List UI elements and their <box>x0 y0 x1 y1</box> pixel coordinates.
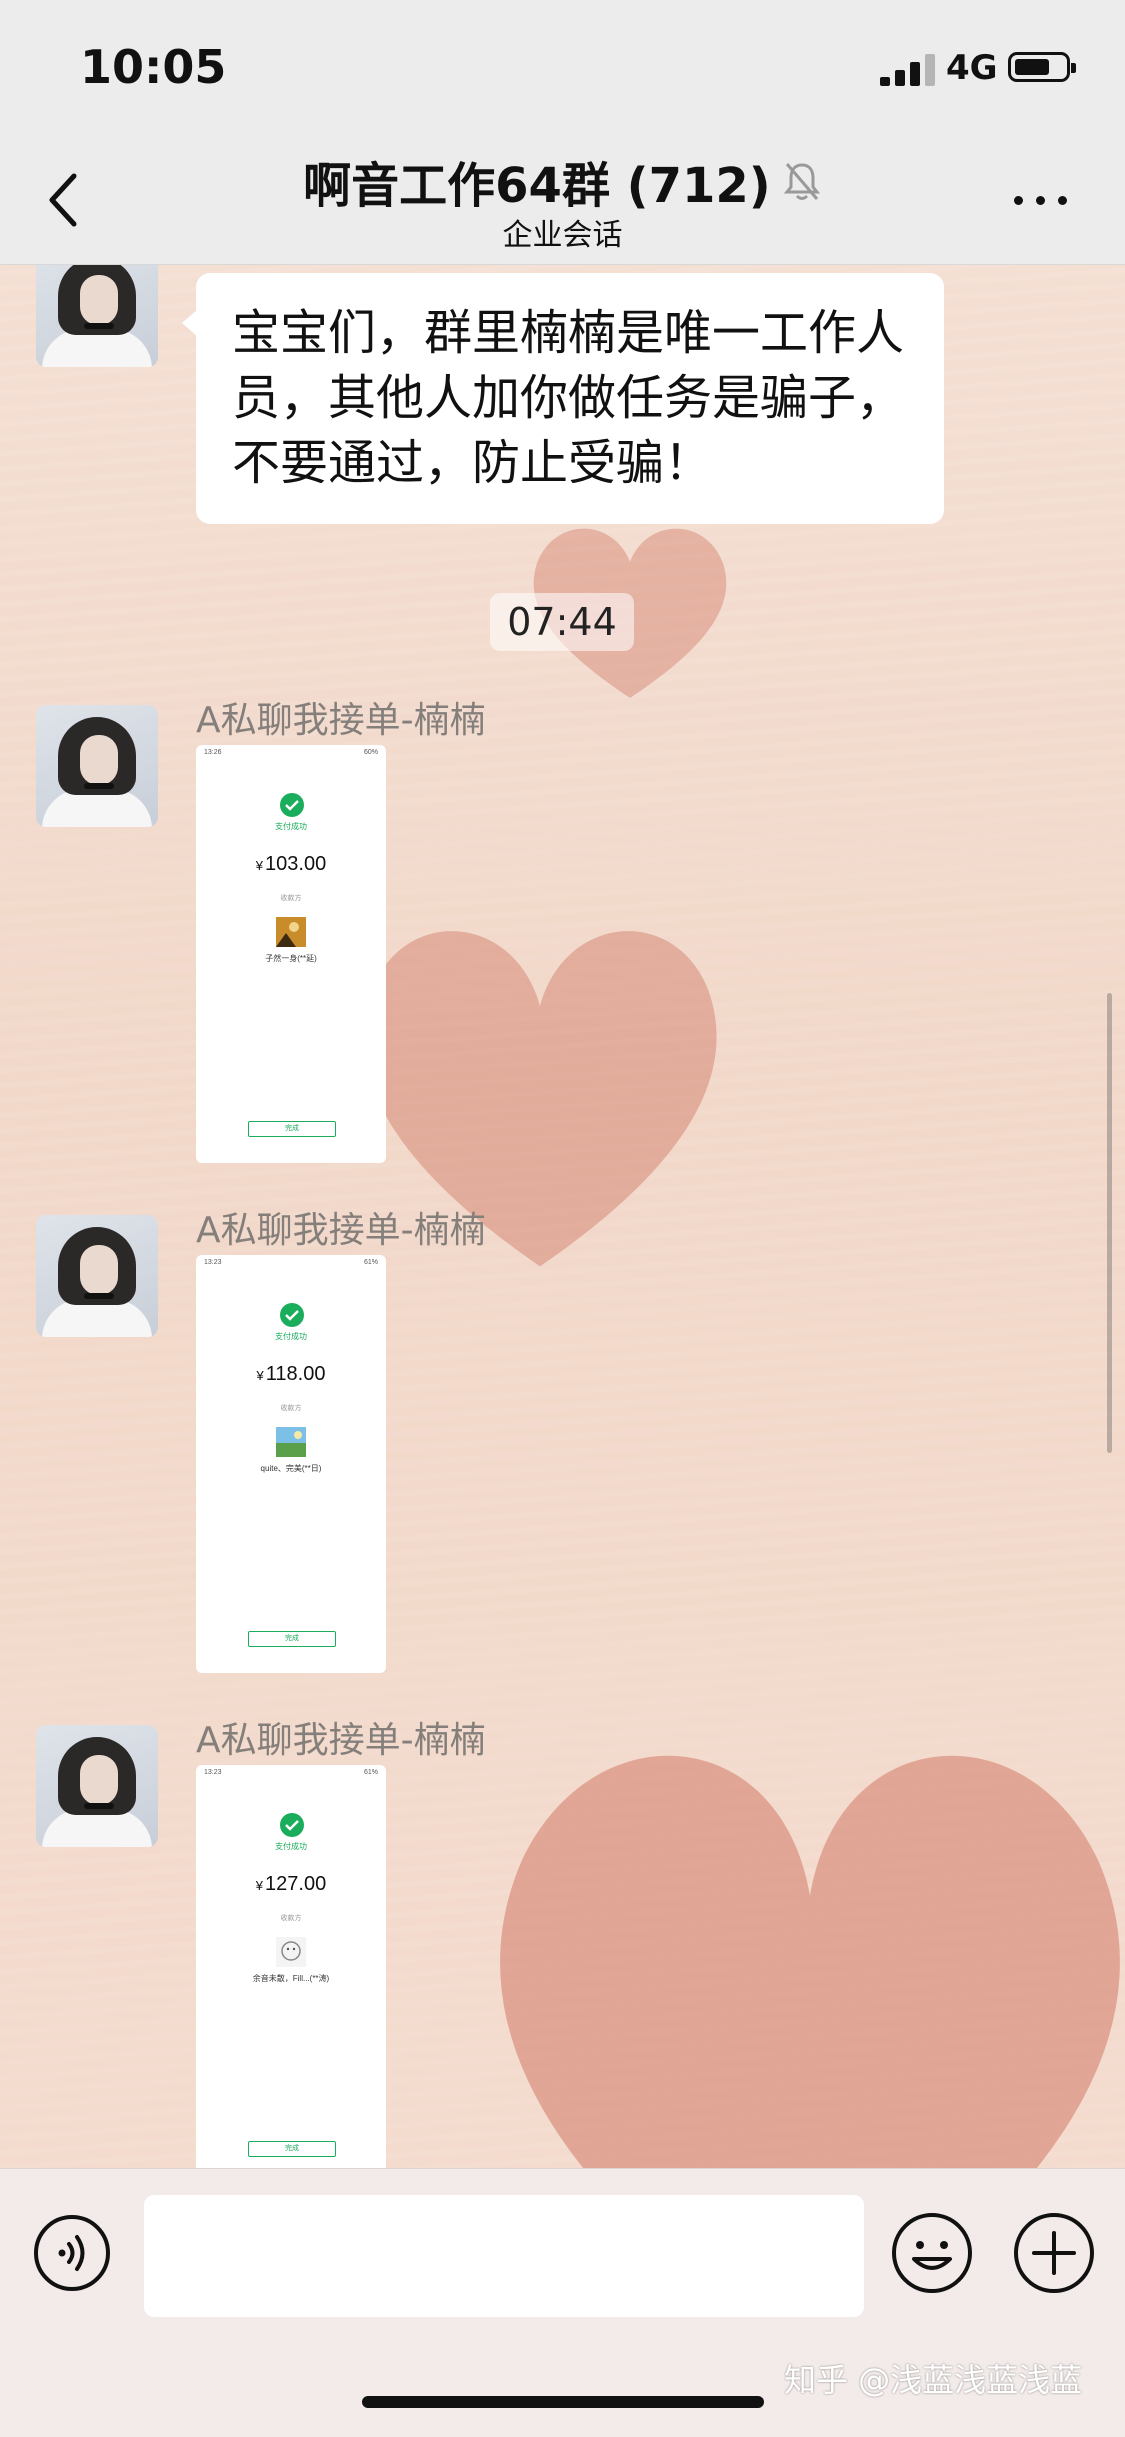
done-button: 完成 <box>248 1631 336 1647</box>
nav-bar: 啊音工作64群 (712) 企业会话 <box>0 132 1125 265</box>
message-input[interactable] <box>144 2195 864 2317</box>
currency-symbol: ¥ <box>255 1878 264 1893</box>
payment-receipt-image[interactable]: 13:23 61% 支付成功 ¥127.00 收款方 余音未散，Fill...(*… <box>196 1765 386 2168</box>
receipt-phone-time: 13:26 <box>204 749 222 756</box>
avatar[interactable] <box>36 1215 158 1337</box>
home-indicator[interactable] <box>362 2396 764 2408</box>
sender-name: A私聊我接单-楠楠 <box>196 700 486 741</box>
done-button: 完成 <box>248 1121 336 1137</box>
payment-success-label: 支付成功 <box>275 822 307 831</box>
check-icon <box>280 793 304 817</box>
payee-label: 收款方 <box>280 1915 302 1922</box>
currency-symbol: ¥ <box>256 1368 264 1383</box>
avatar[interactable] <box>36 1725 158 1847</box>
done-button: 完成 <box>248 2141 336 2157</box>
payee-name: quite、完美(**日) <box>260 1464 322 1473</box>
receipt-phone-time: 13:23 <box>204 1259 222 1266</box>
sender-name: A私聊我接单-楠楠 <box>196 1210 486 1251</box>
voice-input-icon[interactable] <box>32 2213 112 2293</box>
check-icon <box>280 1303 304 1327</box>
payee-name: 余音未散，Fill...(**涛) <box>252 1974 330 1983</box>
payee-avatar-thumbnail <box>276 1427 306 1457</box>
nav-title-group: 啊音工作64群 (712) <box>0 146 1125 216</box>
plus-icon[interactable] <box>1012 2211 1096 2295</box>
avatar[interactable] <box>36 265 158 367</box>
group-title: 啊音工作64群 (712) <box>303 158 771 214</box>
network-type: 4G <box>946 48 998 88</box>
payee-avatar-thumbnail <box>276 1937 306 1967</box>
payee-label: 收款方 <box>280 1405 302 1412</box>
emoji-icon[interactable] <box>890 2211 974 2295</box>
status-bar: 10:05 4G <box>0 0 1125 132</box>
watermark: 知乎 @浅蓝浅蓝浅蓝 <box>784 2361 1083 2399</box>
sender-name: A私聊我接单-楠楠 <box>196 1720 486 1761</box>
currency-symbol: ¥ <box>255 858 264 873</box>
amount-value: 127.00 <box>265 1873 327 1895</box>
message-timestamp: 07:44 <box>490 593 634 651</box>
amount-value: 118.00 <box>265 1363 326 1385</box>
payee-label: 收款方 <box>280 895 302 902</box>
payment-receipt-image[interactable]: 13:23 61% 支付成功 ¥118.00 收款方 quite、完美(**日) … <box>196 1255 386 1673</box>
battery-icon <box>1008 52 1076 82</box>
receipt-phone-time: 13:23 <box>204 1769 222 1776</box>
chat-messages[interactable]: 宝宝们，群里楠楠是唯一工作人员，其他人加你做任务是骗子，不要通过，防止受骗！ 0… <box>0 265 1125 2168</box>
payment-success-label: 支付成功 <box>275 1842 307 1851</box>
payee-avatar-thumbnail <box>276 917 306 947</box>
mute-bell-icon <box>783 163 820 200</box>
announcement-bubble[interactable]: 宝宝们，群里楠楠是唯一工作人员，其他人加你做任务是骗子，不要通过，防止受骗！ <box>182 273 944 524</box>
status-time: 10:05 <box>80 40 227 94</box>
amount-value: 103.00 <box>265 853 327 875</box>
payee-name: 子然一身(**延) <box>265 954 317 963</box>
group-subtitle: 企业会话 <box>502 218 623 253</box>
receipt-phone-battery: 60% <box>363 749 378 756</box>
receipt-phone-battery: 61% <box>363 1769 378 1776</box>
payment-amount: ¥127.00 <box>196 1873 386 1896</box>
scrollbar[interactable] <box>1107 993 1112 1453</box>
more-options-icon[interactable] <box>1010 190 1070 210</box>
signal-icon <box>880 52 936 86</box>
receipt-phone-battery: 61% <box>363 1259 378 1266</box>
payment-amount: ¥118.00 <box>196 1363 386 1386</box>
payment-receipt-image[interactable]: 13:26 60% 支付成功 ¥103.00 收款方 子然一身(**延) 完成 <box>196 745 386 1163</box>
payment-success-label: 支付成功 <box>275 1332 307 1341</box>
check-icon <box>280 1813 304 1837</box>
avatar[interactable] <box>36 705 158 827</box>
payment-amount: ¥103.00 <box>196 853 386 876</box>
